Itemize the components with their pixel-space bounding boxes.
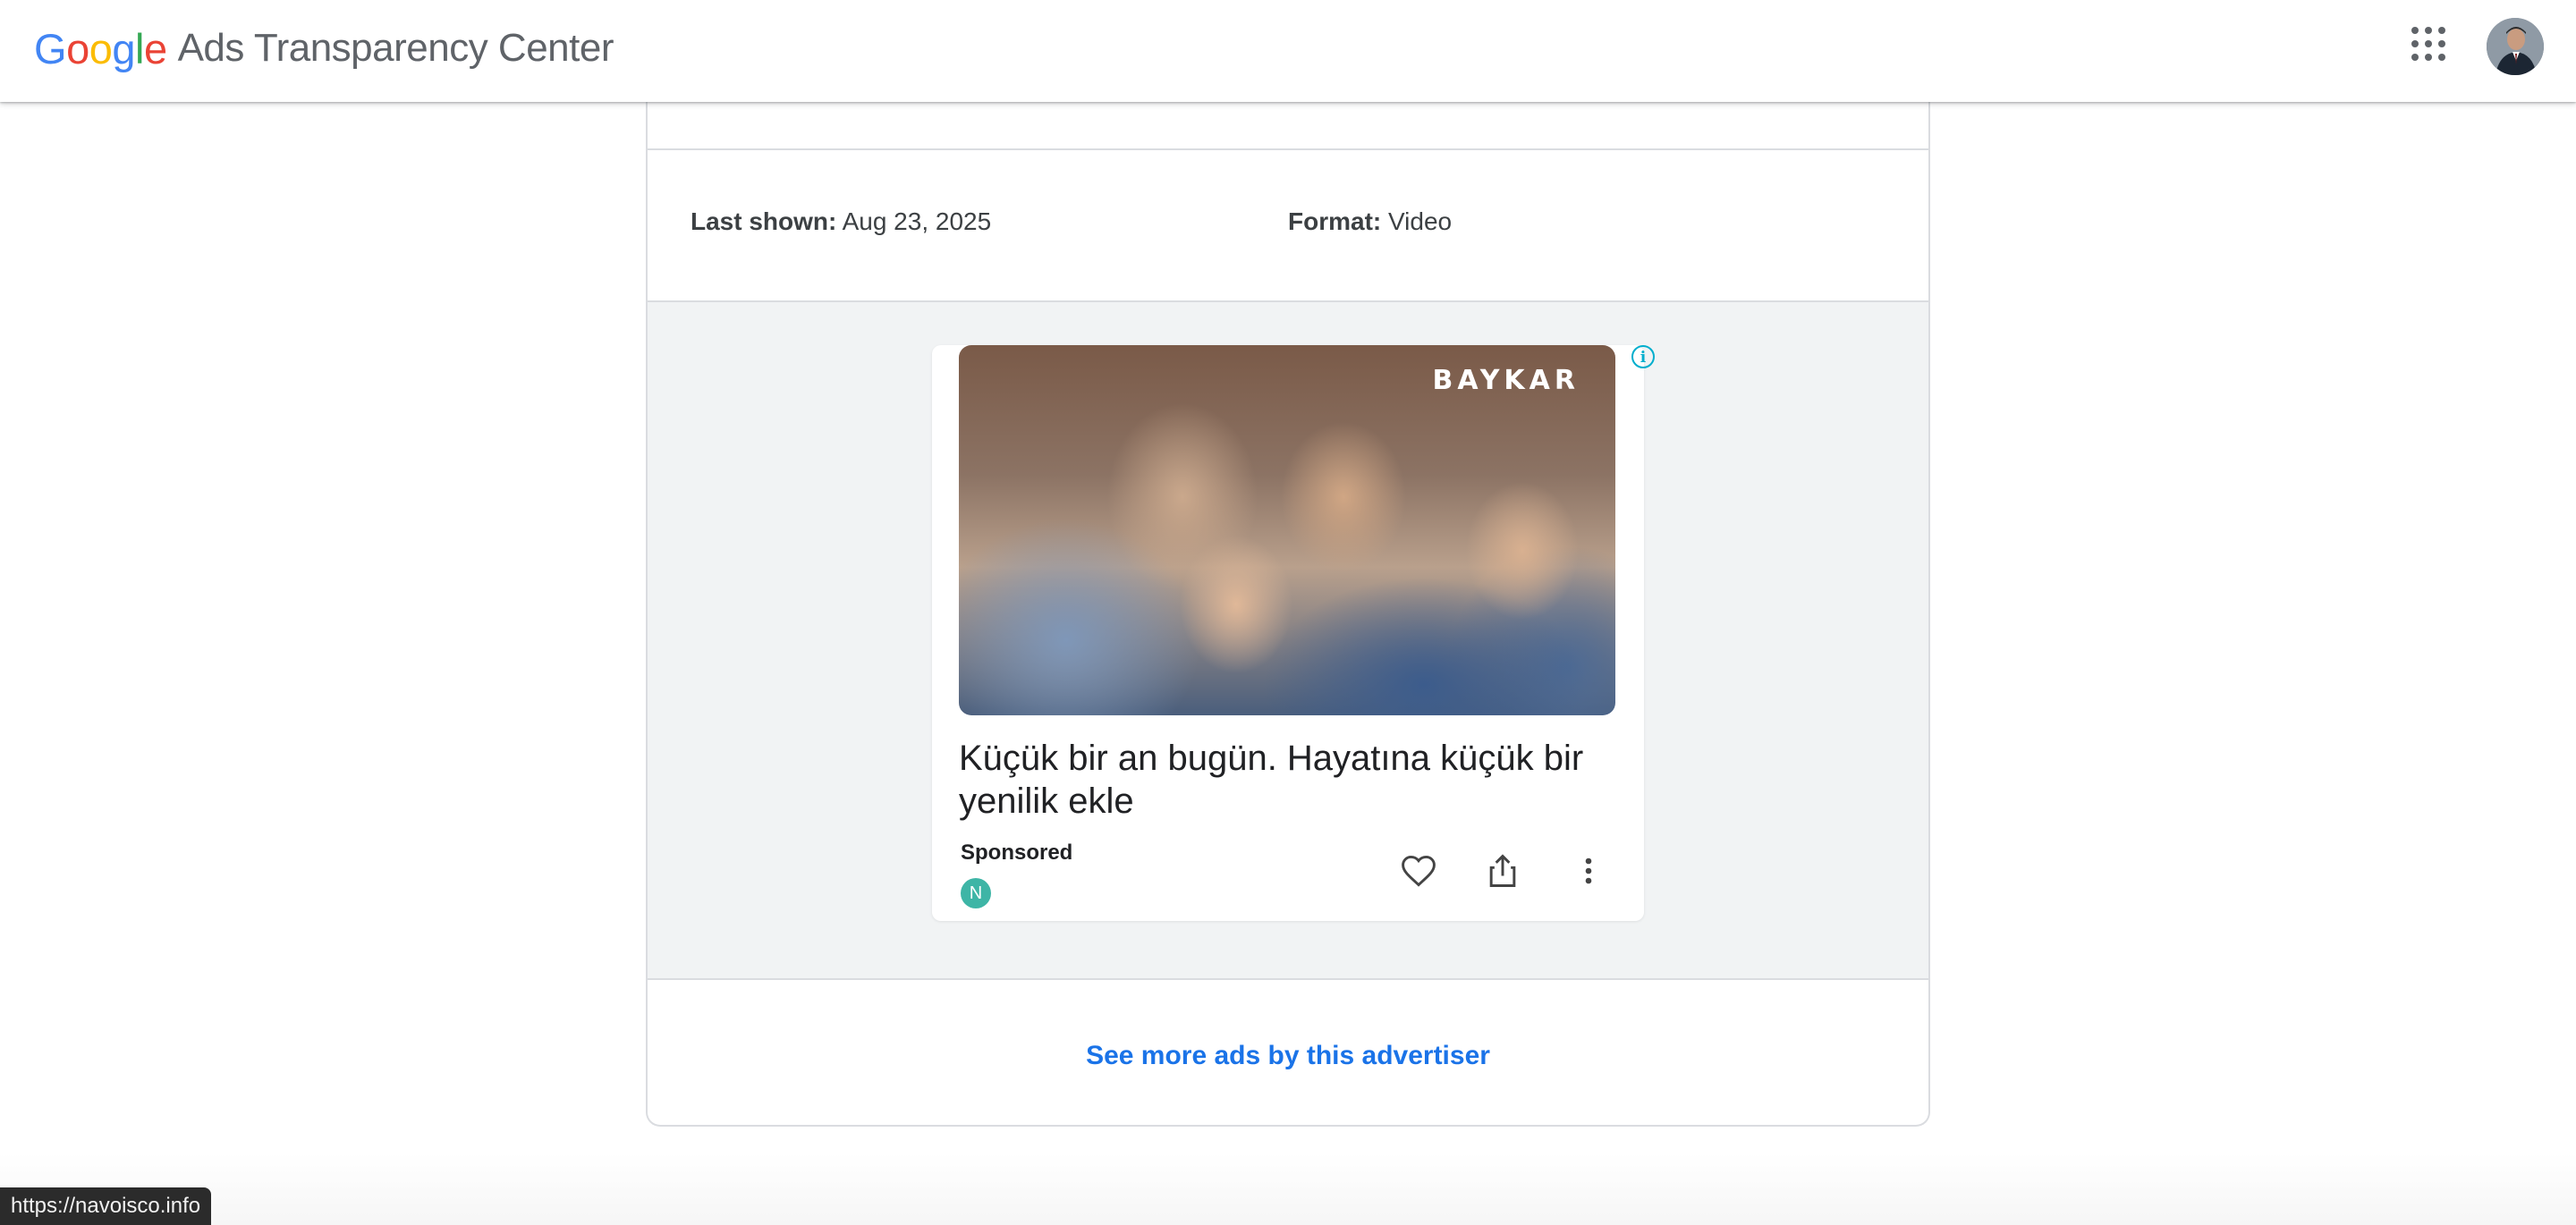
ad-preview-area: BAYKAR i Küçük bir an bugün. Hayatına kü…	[648, 300, 1928, 980]
account-avatar[interactable]	[2487, 18, 2544, 75]
logo-letter: e	[143, 24, 167, 72]
ad-format: Format: Video	[1288, 207, 1452, 236]
logo-letter: g	[112, 24, 135, 72]
ad-creative[interactable]: BAYKAR i Küçük bir an bugün. Hayatına kü…	[932, 345, 1655, 921]
ad-video-thumbnail[interactable]: BAYKAR	[959, 345, 1615, 715]
last-shown-value: Aug 23, 2025	[842, 207, 992, 235]
top-app-bar: Google Ads Transparency Center	[0, 0, 2576, 102]
google-wordmark: Google	[34, 24, 167, 73]
brand-overlay: BAYKAR	[1432, 365, 1580, 396]
sponsored-label: Sponsored	[961, 841, 1073, 865]
share-icon[interactable]	[1483, 851, 1522, 891]
heart-icon[interactable]	[1399, 851, 1438, 891]
format-value: Video	[1388, 207, 1453, 235]
ad-headline[interactable]: Küçük bir an bugün. Hayatına küçük bir y…	[959, 737, 1621, 823]
see-more-section: See more ads by this advertiser	[648, 976, 1928, 1127]
see-more-ads-link[interactable]: See more ads by this advertiser	[648, 1041, 1928, 1071]
divider	[648, 148, 1928, 150]
avatar-portrait-icon	[2487, 18, 2544, 75]
advertiser-badge: N	[961, 878, 991, 908]
ad-details-card: Last shown: Aug 23, 2025 Format: Video B…	[646, 54, 1930, 1127]
logo-letter: o	[89, 24, 113, 72]
info-icon[interactable]: i	[1631, 345, 1655, 368]
format-label: Format:	[1288, 207, 1382, 235]
last-shown: Last shown: Aug 23, 2025	[691, 207, 991, 236]
more-vert-icon[interactable]	[1569, 851, 1608, 891]
logo-letter: o	[66, 24, 89, 72]
ads-transparency-logo[interactable]: Google Ads Transparency Center	[34, 20, 614, 77]
apps-grid-icon[interactable]	[2411, 27, 2447, 63]
logo-letter: l	[134, 24, 144, 72]
last-shown-label: Last shown:	[691, 207, 837, 235]
page-bottom	[0, 1153, 2576, 1225]
status-bar-url: https://navoisco.info	[0, 1187, 212, 1225]
logo-letter: G	[34, 24, 67, 72]
product-name: Ads Transparency Center	[177, 26, 614, 70]
